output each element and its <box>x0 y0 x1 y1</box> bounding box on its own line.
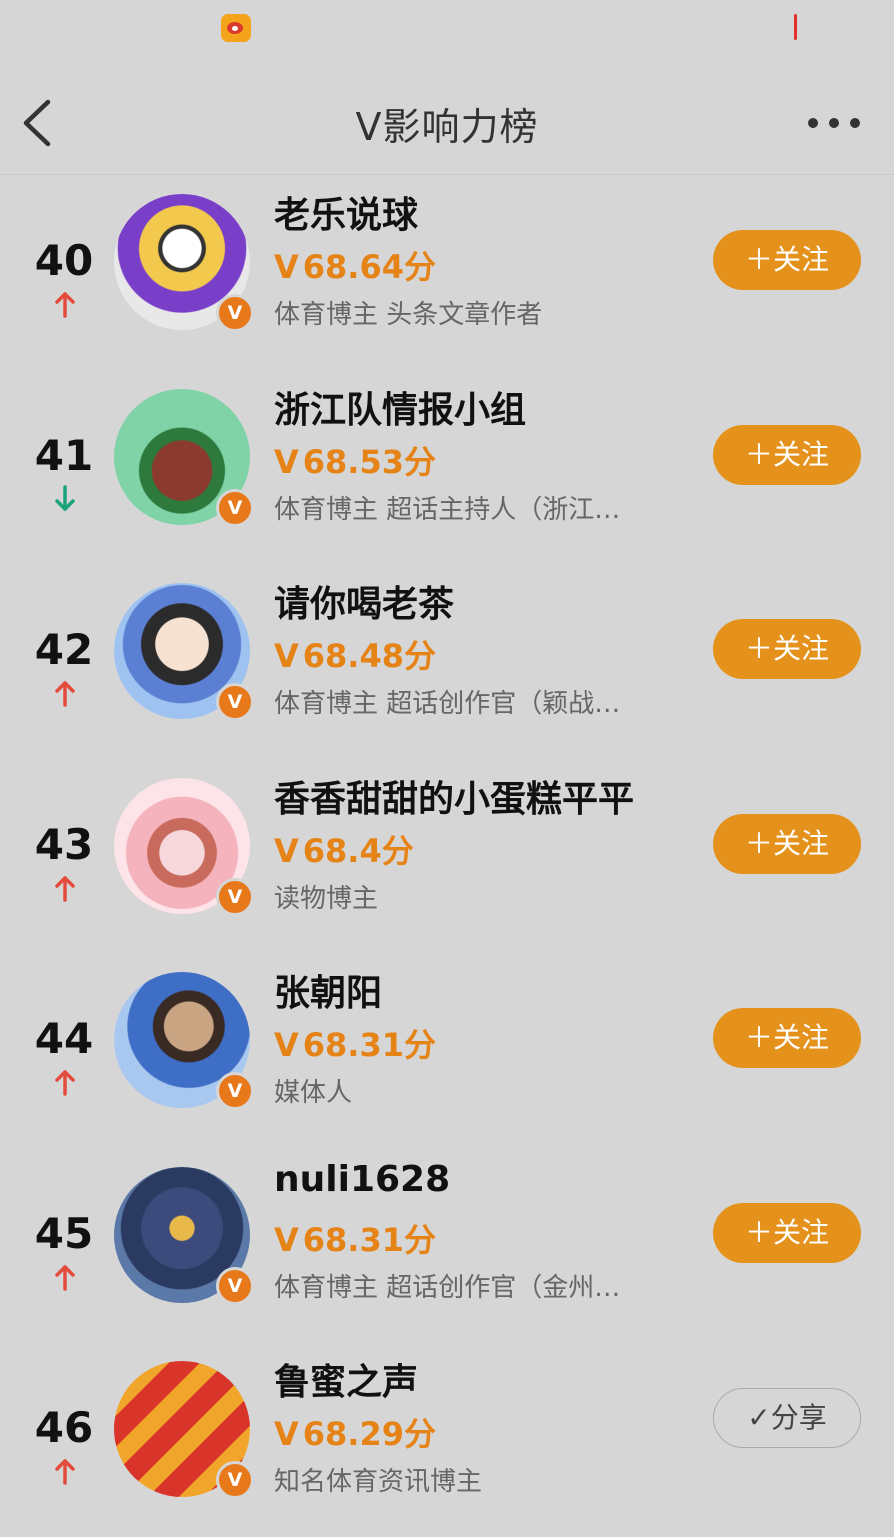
more-dot-icon <box>829 118 839 128</box>
v-score-icon: V <box>274 442 299 481</box>
rank-number: 40 <box>34 236 94 285</box>
trend-up-arrow-icon <box>54 874 76 902</box>
verified-badge-icon: V <box>216 1266 254 1305</box>
account-name[interactable]: 浙江队情报小组 <box>274 381 526 433</box>
account-description: 体育博主 超话主持人（浙江… <box>274 494 621 525</box>
more-dot-icon <box>850 118 860 128</box>
verified-badge-icon: V <box>216 1072 254 1110</box>
verified-badge-icon: V <box>216 1461 254 1499</box>
ranking-row[interactable]: 45 Vnuli1628 V 68.31分 体育博主 超话创作官（金州… ＋关注 <box>0 1149 894 1343</box>
account-description: 体育博主 头条文章作者 <box>274 300 543 330</box>
ranking-row[interactable]: 42 V 请你喝老茶 V 68.48分 体育博主 超话创作官（颖战… ＋关注 <box>0 565 894 759</box>
rank-number: 45 <box>34 1208 94 1258</box>
influence-score: V 68.53分 <box>274 437 436 483</box>
account-name[interactable]: nuli1628 <box>274 1159 450 1200</box>
score-value: 68.64分 <box>302 248 436 286</box>
trend-up-arrow-icon <box>54 1068 76 1096</box>
ranking-row[interactable]: 43 V 香香甜甜的小蛋糕平平 V 68.4分 读物博主 ＋关注 <box>0 760 894 954</box>
share-button[interactable]: ✓分享 <box>713 1388 861 1448</box>
trend-up-arrow-icon <box>54 1457 76 1485</box>
rank-number: 43 <box>34 819 94 869</box>
verified-badge-icon: V <box>216 877 254 916</box>
account-description: 知名体育资讯博主 <box>274 1467 483 1497</box>
more-dot-icon <box>808 118 818 128</box>
score-value: 68.31分 <box>302 1026 436 1064</box>
ranking-row[interactable]: 44 V 张朝阳 V 68.31分 媒体人 ＋关注 <box>0 954 894 1148</box>
status-bar <box>0 0 894 56</box>
v-score-icon: V <box>274 831 299 870</box>
influence-score: V 68.4分 <box>274 826 414 872</box>
verified-badge-icon: V <box>216 683 254 721</box>
follow-button[interactable]: ＋关注 <box>713 619 861 679</box>
recording-indicator-icon <box>794 14 797 40</box>
trend-down-arrow-icon <box>54 484 76 513</box>
influence-score: V 68.64分 <box>274 242 436 288</box>
trend-up-arrow-icon <box>54 679 76 707</box>
account-description: 读物博主 <box>274 883 379 914</box>
account-name[interactable]: 请你喝老茶 <box>274 575 454 627</box>
weibo-app-icon <box>221 14 251 42</box>
v-score-icon: V <box>274 637 299 675</box>
account-name[interactable]: 张朝阳 <box>274 964 382 1016</box>
follow-button[interactable]: ＋关注 <box>713 813 861 874</box>
v-score-icon: V <box>274 1415 299 1453</box>
rank-number: 44 <box>34 1014 94 1063</box>
follow-button[interactable]: ＋关注 <box>713 424 861 485</box>
influence-score: V 68.31分 <box>274 1215 436 1261</box>
follow-button[interactable]: ＋关注 <box>713 1008 861 1068</box>
v-score-icon: V <box>274 248 299 286</box>
follow-button[interactable]: ＋关注 <box>713 1202 861 1263</box>
account-name[interactable]: 老乐说球 <box>274 186 418 238</box>
score-value: 68.4分 <box>302 831 414 870</box>
page-title: V影响力榜 <box>355 105 539 149</box>
verified-badge-icon: V <box>216 294 254 332</box>
influence-score: V 68.31分 <box>274 1020 436 1066</box>
rank-number: 42 <box>34 625 94 674</box>
score-value: 68.29分 <box>302 1415 436 1453</box>
ranking-row[interactable]: 46 V 鲁蜜之声 V 68.29分 知名体育资讯博主 ✓分享 <box>0 1343 894 1537</box>
account-description: 媒体人 <box>274 1078 353 1108</box>
influence-score: V 68.48分 <box>274 631 436 677</box>
influence-score: V 68.29分 <box>274 1409 436 1455</box>
account-description: 体育博主 超话创作官（颖战… <box>274 689 621 719</box>
rank-number: 41 <box>34 430 94 480</box>
v-score-icon: V <box>274 1026 299 1064</box>
account-name[interactable]: 鲁蜜之声 <box>274 1353 418 1405</box>
trend-up-arrow-icon <box>54 290 76 318</box>
account-description: 体育博主 超话创作官（金州… <box>274 1272 621 1303</box>
score-value: 68.48分 <box>302 637 436 675</box>
follow-button[interactable]: ＋关注 <box>713 230 861 290</box>
more-options-button[interactable] <box>802 108 866 138</box>
account-name[interactable]: 香香甜甜的小蛋糕平平 <box>274 770 634 822</box>
ranking-row[interactable]: 41 V 浙江队情报小组 V 68.53分 体育博主 超话主持人（浙江… ＋关注 <box>0 371 894 565</box>
score-value: 68.31分 <box>302 1220 436 1259</box>
nav-bar: V影响力榜 <box>0 72 894 175</box>
score-value: 68.53分 <box>302 442 436 481</box>
rank-number: 46 <box>34 1403 94 1452</box>
v-score-icon: V <box>274 1220 299 1259</box>
verified-badge-icon: V <box>216 488 254 527</box>
ranking-row[interactable]: 40 V 老乐说球 V 68.64分 体育博主 头条文章作者 ＋关注 <box>0 176 894 370</box>
trend-up-arrow-icon <box>54 1263 76 1291</box>
